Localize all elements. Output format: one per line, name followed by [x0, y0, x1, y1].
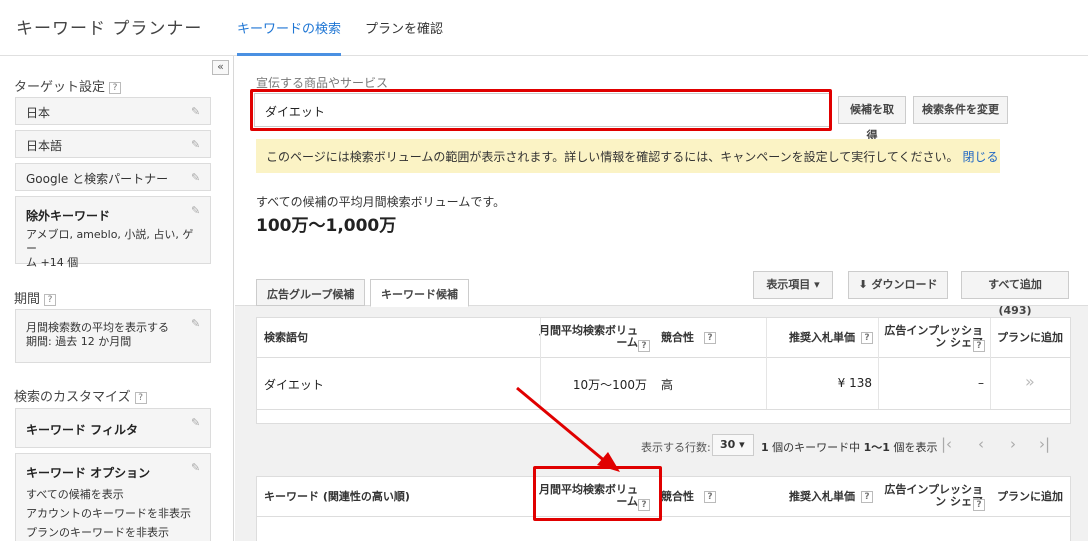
- annotation-arrow-icon: [516, 386, 620, 472]
